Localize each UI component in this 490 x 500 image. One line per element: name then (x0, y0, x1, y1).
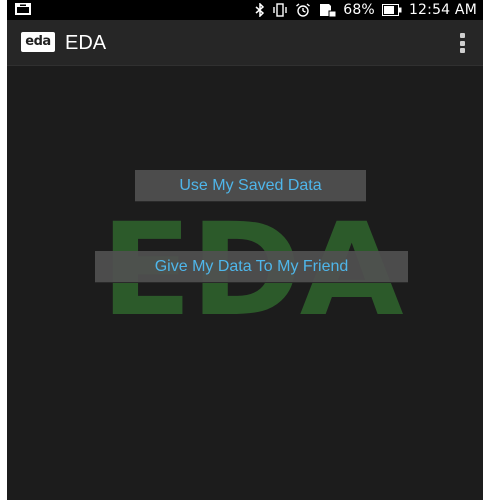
status-bar: 68% 12:54 AM (7, 0, 483, 20)
phone-screen: 68% 12:54 AM eda EDA EDA Use My Saved Da… (7, 0, 483, 500)
menu-dot (459, 48, 465, 53)
overflow-menu-icon[interactable] (457, 33, 467, 53)
sd-card-icon (318, 3, 337, 17)
action-bar: eda EDA (7, 20, 483, 66)
battery-icon (381, 4, 402, 16)
battery-percentage: 68% (343, 2, 375, 18)
clock: 12:54 AM (408, 2, 477, 18)
alarm-icon (295, 3, 311, 17)
status-indicators: 68% 12:54 AM (255, 1, 477, 19)
app-logo-icon[interactable]: eda (21, 32, 55, 52)
vibrate-icon (272, 3, 288, 17)
bluetooth-icon (255, 3, 265, 17)
use-saved-data-button[interactable]: Use My Saved Data (135, 170, 366, 201)
give-data-to-friend-button[interactable]: Give My Data To My Friend (95, 251, 408, 282)
app-title: EDA (65, 32, 107, 54)
main-content: EDA Use My Saved Data Give My Data To My… (7, 66, 483, 500)
notification-icon (15, 3, 31, 15)
menu-dot (459, 33, 465, 38)
menu-dot (459, 40, 465, 46)
